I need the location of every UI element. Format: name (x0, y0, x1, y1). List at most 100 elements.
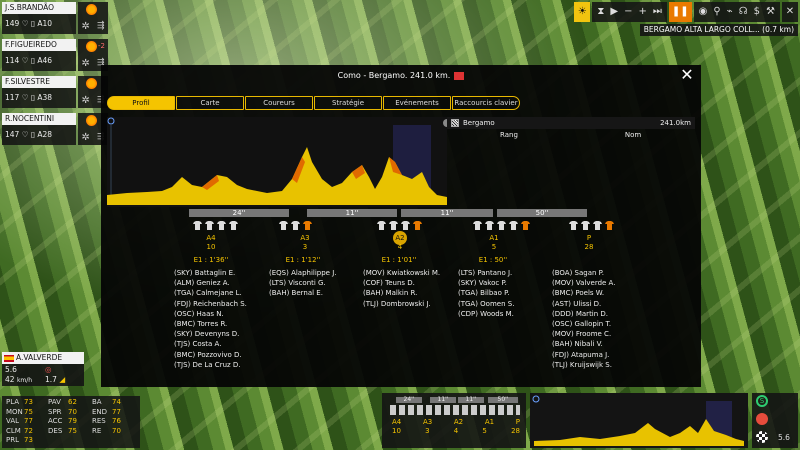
list-item[interactable]: (COF) Teuns D. (363, 278, 440, 288)
mini-label[interactable]: A3 (423, 418, 432, 426)
gear-icon[interactable]: ✲ (82, 21, 90, 32)
list-item[interactable]: (OSC) Gallopin T. (552, 319, 615, 329)
list-item[interactable]: (SKY) Vakoc P. (458, 278, 514, 288)
list-item[interactable]: (MOV) Kwiatkowski M. (363, 268, 440, 278)
list-item[interactable]: (TJS) De La Cruz D. (174, 360, 247, 370)
list-item[interactable]: (MOV) Valverde A. (552, 278, 615, 288)
list-item[interactable]: (FDJ) Atapuma J. (552, 350, 615, 360)
list-item[interactable]: (AST) Ulissi D. (552, 299, 615, 309)
mountain-icon[interactable] (756, 413, 768, 425)
rider-speed: 42 (5, 375, 15, 384)
camera-icon[interactable]: ⌁ (727, 2, 733, 22)
group-rider-list: (MOV) Kwiatkowski M. (COF) Teuns D. (BAH… (363, 268, 440, 309)
tool-icon[interactable]: ⚒ (766, 2, 775, 22)
attr-value: 73 (24, 398, 33, 406)
group-rider-list: (SKY) Battaglin E. (ALM) Geniez A. (TGA)… (174, 268, 247, 370)
list-item[interactable]: (BMC) Poels W. (552, 288, 615, 298)
finish-flag-icon[interactable] (756, 431, 768, 443)
list-item[interactable]: (LTS) Visconti G. (269, 278, 337, 288)
list-item[interactable]: (FDJ) Reichenbach S. (174, 299, 247, 309)
gear-icon[interactable]: ✲ (82, 95, 90, 106)
list-item[interactable]: (BOA) Sagan P. (552, 268, 615, 278)
stage-title: Como - Bergamo. 241.0 km. (101, 65, 701, 87)
stage-info-panel: Bergamo 241.0km Rang Nom (447, 117, 695, 207)
group-label[interactable]: A4 (191, 234, 231, 243)
fast-forward-icon[interactable]: ⏭ (653, 2, 662, 22)
group-label[interactable]: P (569, 234, 609, 243)
elevation-profile[interactable] (107, 117, 447, 207)
currency-icon[interactable]: $ (754, 2, 760, 22)
eye-icon[interactable]: ◉ (699, 2, 708, 22)
tab-coureurs[interactable]: Coureurs (245, 96, 313, 110)
gear-icon[interactable]: ✲ (82, 58, 90, 69)
slower-icon[interactable]: − (624, 2, 632, 22)
jersey-icon (377, 221, 386, 230)
list-item[interactable]: (BAH) Bernal E. (269, 288, 337, 298)
bike-icon[interactable]: ⚲ (713, 2, 720, 22)
mini-label[interactable]: A1 (485, 418, 494, 426)
hourglass-icon[interactable]: ⧗ (597, 2, 604, 22)
gap-bar: 24'' (189, 209, 289, 217)
jersey-icon (497, 221, 506, 230)
sprint-icon[interactable]: S (756, 395, 768, 407)
pause-button[interactable]: ❚❚ (668, 2, 692, 22)
faster-icon[interactable]: + (639, 2, 647, 22)
tab-profil[interactable]: Profil (107, 96, 175, 110)
gap-bar: 11'' (307, 209, 397, 217)
group-label[interactable]: A3 (285, 234, 325, 243)
mini-label[interactable]: A4 (392, 418, 401, 426)
relay-icon[interactable]: ⇶ (97, 21, 105, 31)
group-count: 10 (206, 243, 216, 251)
tab-strategie[interactable]: Stratégie (314, 96, 382, 110)
finish-flag-icon (451, 119, 459, 127)
jersey-icon (593, 221, 602, 230)
list-item[interactable]: (BAH) Malkin R. (363, 288, 440, 298)
tab-evenements[interactable]: Evénements (383, 96, 451, 110)
helmet-icon[interactable]: ☊ (739, 2, 748, 22)
tab-carte[interactable]: Carte (176, 96, 244, 110)
close-icon[interactable]: ✕ (679, 67, 695, 83)
rider-card[interactable]: J.S.BRANDÃO 149 ♡ ▯ A10 ✲ ⇶ (2, 2, 108, 36)
list-item[interactable]: (ALM) Geniez A. (174, 278, 247, 288)
list-item[interactable]: (LTS) Pantano J. (458, 268, 514, 278)
list-item[interactable]: (TLJ) Kruijswijk S. (552, 360, 615, 370)
list-item[interactable]: (BMC) Torres R. (174, 319, 247, 329)
list-item[interactable]: (OSC) Haas N. (174, 309, 247, 319)
gear-icon[interactable]: ✲ (82, 132, 90, 143)
list-item[interactable]: (CDP) Woods M. (458, 309, 514, 319)
play-icon[interactable]: ▶ (610, 2, 618, 22)
list-item[interactable]: (MOV) Froome C. (552, 329, 615, 339)
list-item[interactable]: (DDD) Martin D. (552, 309, 615, 319)
list-item[interactable]: (TGA) Calmejane L. (174, 288, 247, 298)
stage-modal: Como - Bergamo. 241.0 km. ✕ Profil Carte… (101, 65, 701, 387)
mini-label[interactable]: P (516, 418, 520, 426)
finish-name: Bergamo (463, 119, 495, 127)
mini-count: 5 (482, 427, 487, 435)
list-item[interactable]: (TJS) Costa A. (174, 339, 247, 349)
rider-energy: 149 (5, 19, 20, 28)
group-count: 3 (302, 243, 308, 251)
rider-card[interactable]: F.FIGUEIREDO 114 ♡ ▯ A46 -2 ✲ ⇶ (2, 39, 108, 73)
list-item[interactable]: (TLJ) Dombrowski J. (363, 299, 440, 309)
sun-icon (86, 4, 97, 15)
attr-value: 70 (112, 426, 121, 435)
rider-card[interactable]: R.NOCENTINI 147 ♡ ▯ A28 ✲⇶ (2, 113, 108, 147)
list-item[interactable]: (EQS) Alaphilippe J. (269, 268, 337, 278)
list-item[interactable]: (SKY) Devenyns D. (174, 329, 247, 339)
selected-rider-panel[interactable]: A.VALVERDE 5.6 ◎ 42 km/h 1.7 ◢ (2, 352, 84, 386)
list-item[interactable]: (BAH) Nibali V. (552, 339, 615, 349)
mini-elevation-profile[interactable] (530, 393, 748, 448)
sun-weather-icon[interactable]: ☀ (574, 2, 591, 22)
mini-label[interactable]: A2 (454, 418, 463, 426)
group-label[interactable]: A1 (474, 234, 514, 243)
rider-card[interactable]: F.SILVESTRE 117 ♡ ▯ A38 ✲⇶ (2, 76, 108, 110)
jersey-icon (473, 221, 482, 230)
group-gap-time: E1 : 1'12'' (285, 256, 321, 264)
list-item[interactable]: (TGA) Bilbao P. (458, 288, 514, 298)
list-item[interactable]: (SKY) Battaglin E. (174, 268, 247, 278)
tab-raccourcis[interactable]: Raccourcis clavier (452, 96, 520, 110)
close-game-icon[interactable]: ✕ (782, 2, 798, 22)
list-item[interactable]: (BMC) Pozzovivo D. (174, 350, 247, 360)
list-item[interactable]: (TGA) Oomen S. (458, 299, 514, 309)
mini-groups-panel[interactable]: 24'' 11'' 11'' 50'' A4 A3 A2 A1 P 10 3 4… (382, 393, 526, 448)
